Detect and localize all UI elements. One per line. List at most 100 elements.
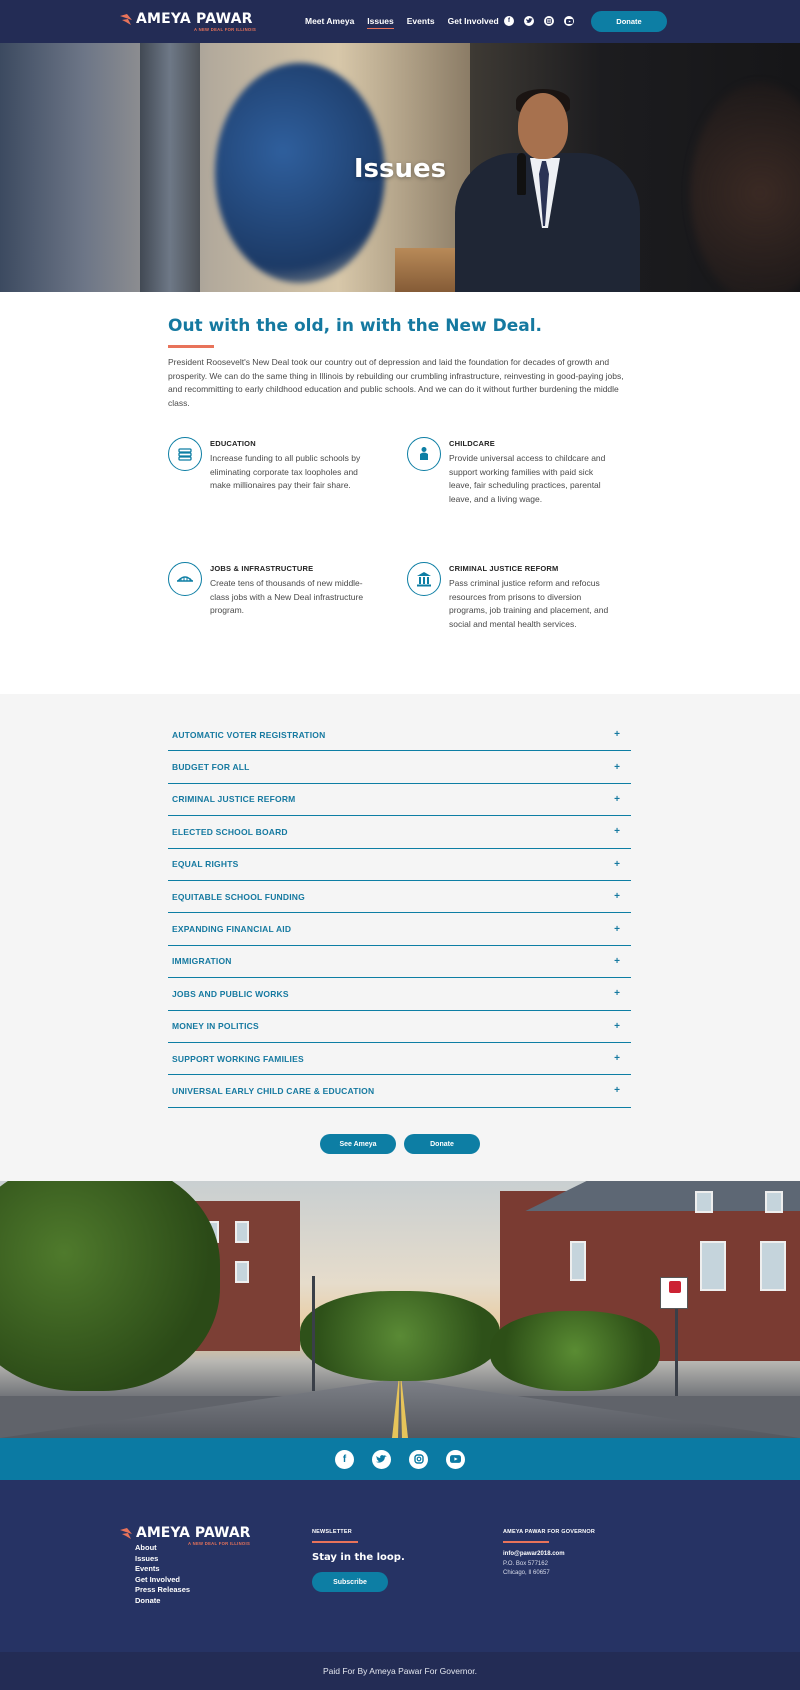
- disclaimer-text: Paid For By Ameya Pawar For Governor.: [322, 1666, 477, 1676]
- plus-icon[interactable]: +: [614, 794, 620, 805]
- accordion-item-label: SUPPORT WORKING FAMILIES: [172, 1053, 304, 1064]
- accordion-item[interactable]: EQUAL RIGHTS +: [168, 849, 631, 881]
- plus-icon[interactable]: +: [614, 988, 620, 999]
- instagram-icon[interactable]: [409, 1449, 428, 1469]
- footer-link-issues[interactable]: Issues: [135, 1554, 190, 1565]
- plus-icon[interactable]: +: [614, 956, 620, 967]
- nav-link-issues[interactable]: Issues: [367, 16, 395, 29]
- page-title: Issues: [353, 154, 447, 184]
- cta-buttons: See Ameya Donate: [0, 1134, 800, 1154]
- logo-name: AMEYA PAWAR: [136, 11, 253, 27]
- contact-heading: AMEYA PAWAR FOR GOVERNOR: [503, 1529, 595, 1535]
- intro-paragraph: President Roosevelt's New Deal took our …: [168, 357, 624, 408]
- footer: AMEYA PAWAR A NEW DEAL FOR ILLINOIS Abou…: [0, 1480, 800, 1652]
- facebook-icon[interactable]: f: [504, 16, 514, 26]
- issue-heading: EDUCATION: [210, 439, 256, 448]
- accordion-item-label: EQUAL RIGHTS: [172, 859, 239, 870]
- bridge-icon: [168, 562, 202, 596]
- accordion-item-label: IMMIGRATION: [172, 956, 232, 967]
- accordion-item-label: AUTOMATIC VOTER REGISTRATION: [172, 729, 326, 740]
- social-bar: f: [0, 1438, 800, 1480]
- accordion-item[interactable]: SUPPORT WORKING FAMILIES +: [168, 1043, 631, 1076]
- accordion-item-label: EXPANDING FINANCIAL AID: [172, 924, 292, 935]
- accordion-item-label: MONEY IN POLITICS: [172, 1021, 259, 1032]
- flame-icon: [120, 14, 132, 25]
- plus-icon[interactable]: +: [614, 1053, 620, 1064]
- contact-email[interactable]: info@pawar2018.com: [503, 1550, 565, 1560]
- accordion-item[interactable]: BUDGET FOR ALL +: [168, 751, 631, 784]
- issue-heading: CHILDCARE: [449, 439, 495, 448]
- issues-accordion-section: AUTOMATIC VOTER REGISTRATION + BUDGET FOR…: [0, 694, 800, 1181]
- accordion-item-label: UNIVERSAL EARLY CHILD CARE & EDUCATION: [172, 1085, 375, 1096]
- plus-icon[interactable]: +: [614, 826, 620, 837]
- accordion-item-label: CRIMINAL JUSTICE REFORM: [172, 794, 296, 805]
- footer-links: About Issues Events Get Involved Press R…: [135, 1543, 190, 1606]
- plus-icon[interactable]: +: [614, 924, 620, 935]
- nav-social-icons: f: [504, 16, 574, 26]
- flame-icon: [120, 1528, 132, 1539]
- plus-icon[interactable]: +: [614, 859, 620, 870]
- twitter-icon[interactable]: [524, 16, 534, 26]
- nav-donate-button[interactable]: Donate: [591, 11, 667, 32]
- accordion-item[interactable]: EQUITABLE SCHOOL FUNDING +: [168, 881, 631, 914]
- issues-accordion: AUTOMATIC VOTER REGISTRATION + BUDGET FOR…: [168, 719, 631, 1108]
- nav-link-events[interactable]: Events: [407, 16, 435, 29]
- stop-sign: [660, 1277, 688, 1309]
- accordion-item-label: EQUITABLE SCHOOL FUNDING: [172, 891, 305, 902]
- accordion-item-label: ELECTED SCHOOL BOARD: [172, 826, 288, 837]
- youtube-icon[interactable]: [446, 1449, 465, 1469]
- intro-heading: Out with the old, in with the New Deal.: [168, 316, 542, 336]
- accordion-item[interactable]: MONEY IN POLITICS +: [168, 1011, 631, 1043]
- footer-link-get-involved[interactable]: Get Involved: [135, 1575, 190, 1586]
- accordion-item-label: JOBS AND PUBLIC WORKS: [172, 988, 289, 999]
- newsletter-title: Stay in the loop.: [312, 1552, 405, 1563]
- paid-for-disclaimer: Paid For By Ameya Pawar For Governor.: [0, 1652, 800, 1690]
- newsletter-heading: NEWSLETTER: [312, 1529, 352, 1535]
- youtube-icon[interactable]: [564, 16, 574, 26]
- child-icon: [407, 437, 441, 471]
- logo-tagline: A NEW DEAL FOR ILLINOIS: [194, 27, 257, 32]
- plus-icon[interactable]: +: [614, 1085, 620, 1096]
- plus-icon[interactable]: +: [614, 1021, 620, 1032]
- courthouse-icon: [407, 562, 441, 596]
- accordion-item-label: BUDGET FOR ALL: [172, 762, 250, 773]
- hero-banner: Issues: [0, 43, 800, 292]
- nav-link-meet-ameya[interactable]: Meet Ameya: [305, 16, 354, 29]
- campus-street-photo: [0, 1181, 800, 1438]
- contact-city: Chicago, Il 60657: [503, 1570, 550, 1576]
- books-icon: [168, 437, 202, 471]
- accordion-item[interactable]: ELECTED SCHOOL BOARD +: [168, 816, 631, 849]
- issue-heading: JOBS & INFRASTRUCTURE: [210, 564, 314, 573]
- twitter-icon[interactable]: [372, 1449, 391, 1469]
- footer-link-events[interactable]: Events: [135, 1564, 190, 1575]
- logo-name: AMEYA PAWAR: [136, 1525, 251, 1541]
- accordion-item[interactable]: CRIMINAL JUSTICE REFORM +: [168, 784, 631, 817]
- plus-icon[interactable]: +: [614, 729, 620, 740]
- footer-link-press-releases[interactable]: Press Releases: [135, 1585, 190, 1596]
- contact-info: info@pawar2018.com P.O. Box 577162 Chica…: [503, 1550, 565, 1579]
- accordion-item[interactable]: UNIVERSAL EARLY CHILD CARE & EDUCATION +: [168, 1075, 631, 1108]
- top-navbar: AMEYA PAWAR A NEW DEAL FOR ILLINOIS Meet…: [0, 0, 800, 43]
- issue-description: Pass criminal justice reform and refocus…: [449, 578, 609, 629]
- facebook-icon[interactable]: f: [335, 1449, 354, 1469]
- contact-po-box: P.O. Box 577162: [503, 1560, 548, 1567]
- accordion-item[interactable]: IMMIGRATION +: [168, 946, 631, 979]
- issue-description: Increase funding to all public schools b…: [210, 453, 361, 490]
- see-ameya-button[interactable]: See Ameya: [320, 1134, 396, 1154]
- donate-button[interactable]: Donate: [404, 1134, 480, 1154]
- heading-underline: [168, 345, 214, 348]
- accordion-item[interactable]: JOBS AND PUBLIC WORKS +: [168, 978, 631, 1011]
- issue-description: Provide universal access to childcare an…: [449, 453, 606, 504]
- accordion-item[interactable]: AUTOMATIC VOTER REGISTRATION +: [168, 719, 631, 752]
- issue-description: Create tens of thousands of new middle-c…: [210, 578, 364, 615]
- plus-icon[interactable]: +: [614, 891, 620, 902]
- subscribe-button[interactable]: Subscribe: [312, 1572, 388, 1592]
- nav-links: Meet Ameya Issues Events Get Involved: [305, 16, 499, 29]
- nav-link-get-involved[interactable]: Get Involved: [448, 16, 499, 29]
- accordion-item[interactable]: EXPANDING FINANCIAL AID +: [168, 913, 631, 946]
- footer-link-about[interactable]: About: [135, 1543, 190, 1554]
- instagram-icon[interactable]: [544, 16, 554, 26]
- logo-tagline: A NEW DEAL FOR ILLINOIS: [188, 1541, 251, 1546]
- plus-icon[interactable]: +: [614, 762, 620, 773]
- footer-link-donate[interactable]: Donate: [135, 1596, 190, 1607]
